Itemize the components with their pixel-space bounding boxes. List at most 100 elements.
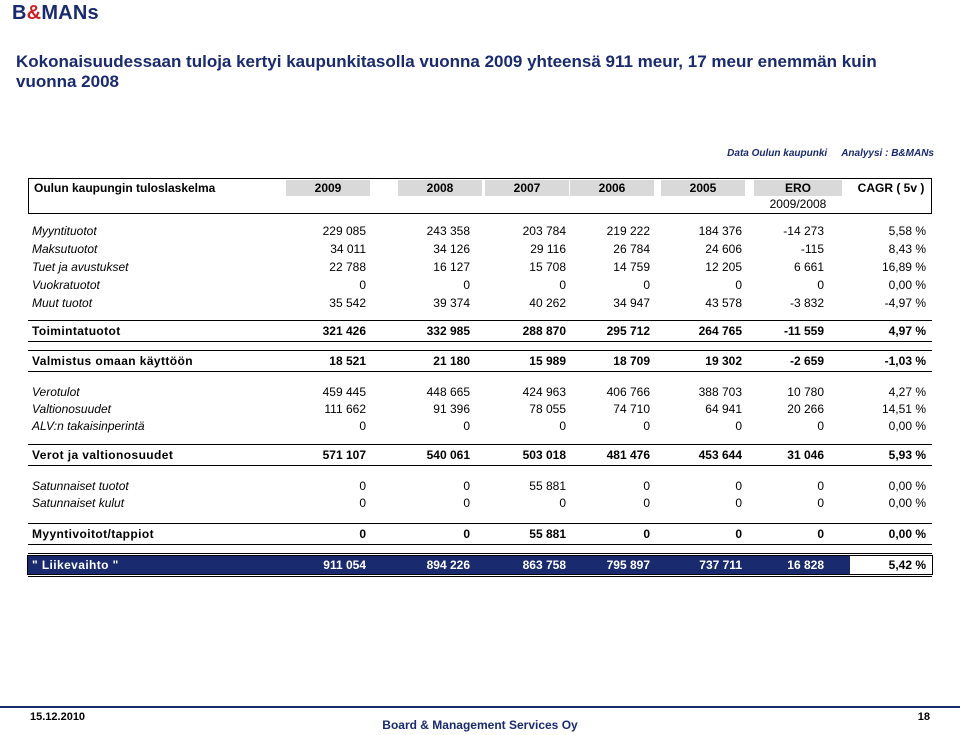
table-cell: 0: [463, 278, 470, 292]
table-cell: 64 941: [705, 402, 742, 416]
table-cell: 34 126: [433, 242, 470, 256]
table-cell: 0: [735, 479, 742, 493]
table-cell: 55 881: [529, 527, 566, 541]
table-cell: 219 222: [606, 224, 650, 238]
table-cell: 481 476: [606, 448, 650, 462]
table-cell: 737 711: [699, 558, 742, 572]
table-cell: 0: [359, 278, 366, 292]
table-cell: 43 578: [705, 296, 742, 310]
table-cell: 35 542: [329, 296, 366, 310]
table-row: Satunnaiset kulut 0 0 0 0 0 0 0,00 %: [28, 495, 932, 511]
table-cell: 0: [359, 527, 366, 541]
footer-divider: [0, 706, 960, 708]
table-cell: 406 766: [606, 385, 650, 399]
column-header: 2008: [398, 180, 482, 196]
column-header: 2009: [286, 180, 370, 196]
table-cell: 0: [463, 496, 470, 510]
table-cell: 15 989: [529, 354, 566, 368]
table-cell: 8,43 %: [888, 242, 926, 256]
table-cell: 203 784: [522, 224, 566, 238]
table-cell: 184 376: [698, 224, 742, 238]
row-label: Tuet ja avustukset: [32, 260, 129, 274]
page-title: Kokonaisuudessaan tuloja kertyi kaupunki…: [16, 52, 877, 91]
table-row: Verotulot 459 445 448 665 424 963 406 766 388…: [28, 384, 932, 400]
table-cell: -11 559: [783, 324, 824, 338]
row-label: Satunnaiset kulut: [32, 496, 125, 510]
table-cell: 295 712: [606, 324, 650, 338]
table-cell: 321 426: [322, 324, 366, 338]
page-number: 18: [917, 711, 930, 723]
column-header: CAGR ( 5v ): [857, 181, 925, 195]
table-cell: 24 606: [705, 242, 742, 256]
table-cell: 0: [817, 527, 824, 541]
table-cell: 0: [817, 419, 824, 433]
table-cell: 0: [735, 419, 742, 433]
table-cell: 332 985: [426, 324, 470, 338]
table-cell: -115: [800, 242, 824, 256]
table-cell: 22 788: [329, 260, 366, 274]
table-cell: 5,93 %: [888, 448, 926, 462]
table-cell: 4,27 %: [888, 385, 926, 399]
table-cell: 0: [559, 419, 566, 433]
table-cell: 0: [735, 496, 742, 510]
row-label: Verotulot: [32, 385, 80, 399]
table-cell: 0,00 %: [888, 527, 926, 541]
row-label: Vuokratuotot: [32, 278, 100, 292]
table-row: Myyntituotot 229 085 243 358 203 784 219 222…: [28, 223, 932, 239]
table-cell: 0: [817, 496, 824, 510]
table-row: Maksutuotot 34 011 34 126 29 116 26 784 24 60…: [28, 241, 932, 257]
brand-logo: B&MANs: [12, 2, 99, 24]
table-cell: 4,97 %: [888, 324, 926, 338]
table-cell: 0: [559, 278, 566, 292]
table-cell: 5,58 %: [888, 224, 926, 238]
table-row: Muut tuotot 35 542 39 374 40 262 34 947 43 57…: [28, 295, 932, 311]
footer-company: Board & Management Services Oy: [382, 718, 578, 732]
table-cell: 795 897: [606, 558, 650, 572]
table-cell: 0: [817, 479, 824, 493]
table-cell: 894 226: [426, 558, 470, 572]
table-cell: 503 018: [522, 448, 566, 462]
row-label: Verot ja valtionosuudet: [32, 448, 174, 462]
table-cell: 911 054: [323, 558, 366, 572]
table-cell: 14 759: [613, 260, 650, 274]
table-cell: 78 055: [529, 402, 566, 416]
table-cell: 16 828: [787, 558, 824, 572]
table-cell: 424 963: [522, 385, 566, 399]
column-header: 2007: [485, 180, 569, 196]
table-cell: 0: [735, 278, 742, 292]
table-cell: 229 085: [322, 224, 366, 238]
table-cell: 0: [643, 527, 650, 541]
table-cell: 0: [463, 527, 470, 541]
table-cell: 0: [643, 419, 650, 433]
table-cell: 34 947: [613, 296, 650, 310]
row-label: Muut tuotot: [32, 296, 93, 310]
table-cell: 14,51 %: [881, 402, 926, 416]
table-cell: 16 127: [433, 260, 470, 274]
row-label: Satunnaiset tuotot: [32, 479, 129, 493]
data-source: Data Oulun kaupunki: [727, 148, 828, 159]
table-cell: 0: [463, 479, 470, 493]
table-cell: 55 881: [529, 479, 566, 493]
table-cell: 31 046: [787, 448, 824, 462]
table-cell: 16,89 %: [881, 260, 926, 274]
table-cell: 0,00 %: [888, 419, 926, 433]
source-note: Data Oulun kaupunki Analyysi : B&MANs: [727, 148, 934, 159]
table-cell: 264 765: [698, 324, 742, 338]
table-cell: 0: [735, 527, 742, 541]
table-cell: 6 661: [793, 260, 824, 274]
row-label: Toimintatuotot: [32, 324, 121, 338]
table-cell: -3 832: [789, 296, 824, 310]
table-cell: 0: [359, 419, 366, 433]
table-cell: -4,97 %: [884, 296, 926, 310]
table-cell: -14 273: [783, 224, 824, 238]
table-cell: 15 708: [529, 260, 566, 274]
table-cell: 0,00 %: [888, 278, 926, 292]
table-cell: 74 710: [613, 402, 650, 416]
table-cell: 39 374: [433, 296, 470, 310]
row-label: Myyntivoitot/tappiot: [32, 527, 154, 541]
table-row: Valtionosuudet 111 662 91 396 78 055 74 710 6…: [28, 401, 932, 417]
table-cell: 0: [643, 479, 650, 493]
table-cell: 0: [559, 496, 566, 510]
row-label: Valtionosuudet: [32, 402, 111, 416]
table-row: Verot ja valtionosuudet 571 107 540 061 503…: [28, 444, 932, 466]
